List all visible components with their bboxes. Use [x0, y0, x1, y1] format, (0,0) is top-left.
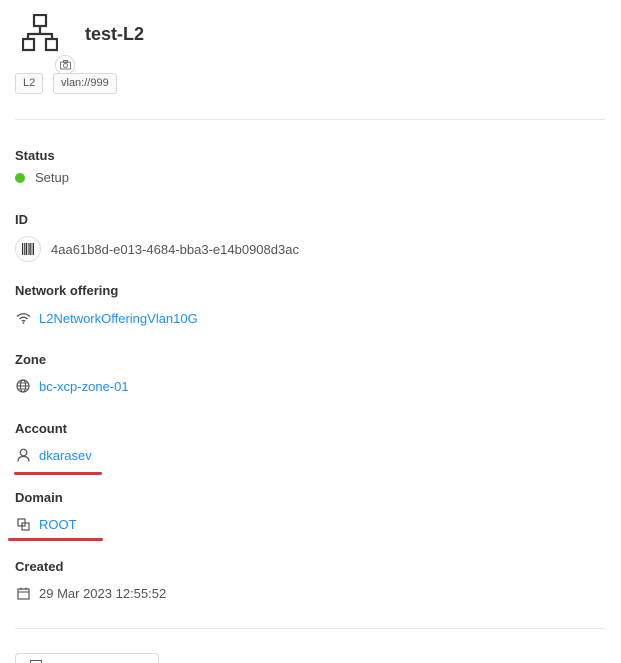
network-offering-value: L2NetworkOfferingVlan10G	[15, 310, 198, 326]
header-divider	[15, 119, 605, 120]
zone-label: Zone	[15, 352, 47, 367]
domain-highlight-underline	[8, 538, 103, 541]
status-value: Setup	[15, 170, 69, 185]
globe-icon	[15, 378, 31, 394]
block-icon	[15, 516, 31, 532]
created-value: 29 Mar 2023 12:55:52	[15, 585, 166, 601]
calendar-icon	[15, 585, 31, 601]
domain-value: ROOT	[15, 516, 77, 532]
created-text: 29 Mar 2023 12:55:52	[39, 585, 167, 601]
wifi-icon	[15, 310, 31, 326]
status-label: Status	[15, 148, 55, 163]
created-label: Created	[15, 559, 64, 574]
barcode-icon-wrapper[interactable]	[15, 236, 41, 262]
network-topology-icon	[22, 14, 58, 52]
type-tag: L2	[15, 73, 44, 94]
network-details-panel: test-L2 L2 vlan://999 Status Setup ID 4a…	[0, 0, 621, 663]
zone-value: bc-xcp-zone-01	[15, 378, 129, 394]
vlan-tag: vlan://999	[53, 73, 117, 94]
page-title: test-L2	[85, 24, 145, 44]
account-highlight-underline	[14, 472, 102, 475]
domain-label: Domain	[15, 490, 63, 505]
footer-action-button[interactable]	[15, 653, 159, 663]
domain-link[interactable]: ROOT	[39, 517, 77, 532]
status-dot-icon	[15, 172, 25, 183]
camera-icon	[59, 60, 71, 70]
barcode-icon	[22, 243, 34, 255]
id-value: 4aa61b8d-e013-4684-bba3-e14b0908d3ac	[15, 236, 299, 262]
id-text: 4aa61b8d-e013-4684-bba3-e14b0908d3ac	[51, 241, 299, 257]
account-link[interactable]: dkarasev	[39, 448, 92, 463]
account-value: dkarasev	[15, 447, 92, 463]
id-label: ID	[15, 212, 28, 227]
network-offering-label: Network offering	[15, 283, 119, 298]
footer-divider	[15, 628, 605, 629]
zone-link[interactable]: bc-xcp-zone-01	[39, 379, 129, 394]
status-text: Setup	[35, 170, 69, 185]
user-icon	[15, 447, 31, 463]
upload-icon-button[interactable]	[55, 55, 75, 75]
account-label: Account	[15, 421, 67, 436]
network-offering-link[interactable]: L2NetworkOfferingVlan10G	[39, 311, 198, 326]
